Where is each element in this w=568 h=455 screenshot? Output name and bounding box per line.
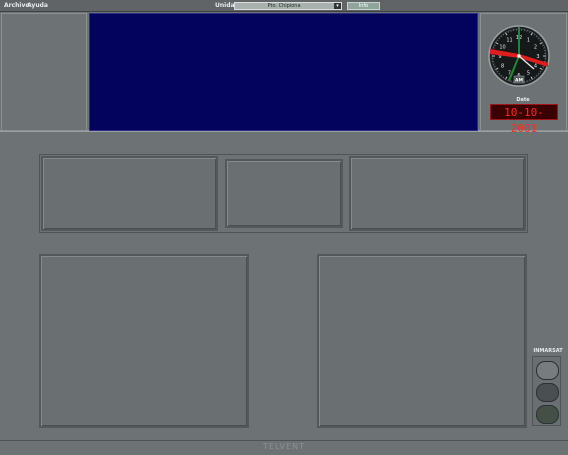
menu-archivo[interactable]: Archivo (4, 1, 30, 11)
menu-ayuda[interactable]: Ayuda (27, 1, 48, 11)
clock-numeral: 3 (536, 54, 539, 60)
footer: TELVENT (0, 440, 568, 455)
date-value: 10-10-2001 (504, 106, 544, 135)
footer-brand: TELVENT (263, 442, 305, 451)
ampm-label: AM (515, 78, 523, 84)
date-label: Date (516, 97, 530, 103)
clock-center (517, 54, 521, 58)
clock-numeral: 10 (499, 44, 505, 50)
main-display (89, 13, 478, 131)
unidad-selected-value: Pto. Chipiona (267, 3, 301, 9)
clock-numeral: 4 (534, 63, 537, 69)
unidad-select[interactable]: Pto. Chipiona ▾ (234, 2, 342, 10)
date-display: 10-10-2001 (490, 104, 558, 135)
inmarsat-lamp-1[interactable] (536, 361, 559, 380)
info-button[interactable]: Info (347, 2, 380, 10)
panel-bottom-right (317, 254, 527, 428)
clock-numeral: 8 (501, 63, 504, 69)
inmarsat-lamp-3[interactable] (536, 405, 559, 424)
clock-numeral: 2 (534, 44, 537, 50)
panel-top-right (349, 156, 526, 231)
analog-clock: 121234567891011 AM (488, 25, 550, 87)
clock-numeral: 5 (527, 70, 530, 76)
inmarsat-indicator-box (532, 356, 561, 426)
panel-top-center (225, 159, 343, 228)
clock-numeral: 11 (506, 37, 512, 43)
clock-numeral: 1 (527, 37, 530, 43)
panel-top-left (41, 156, 218, 231)
menu-bar: Archivo Ayuda Unidad Pto. Chipiona ▾ Inf… (0, 0, 568, 12)
inmarsat-lamp-2[interactable] (536, 383, 559, 402)
left-panel (1, 13, 87, 131)
inmarsat-label: INMARSAT (533, 348, 563, 354)
panel-bottom-left (39, 254, 249, 428)
chevron-down-icon[interactable]: ▾ (334, 3, 341, 9)
